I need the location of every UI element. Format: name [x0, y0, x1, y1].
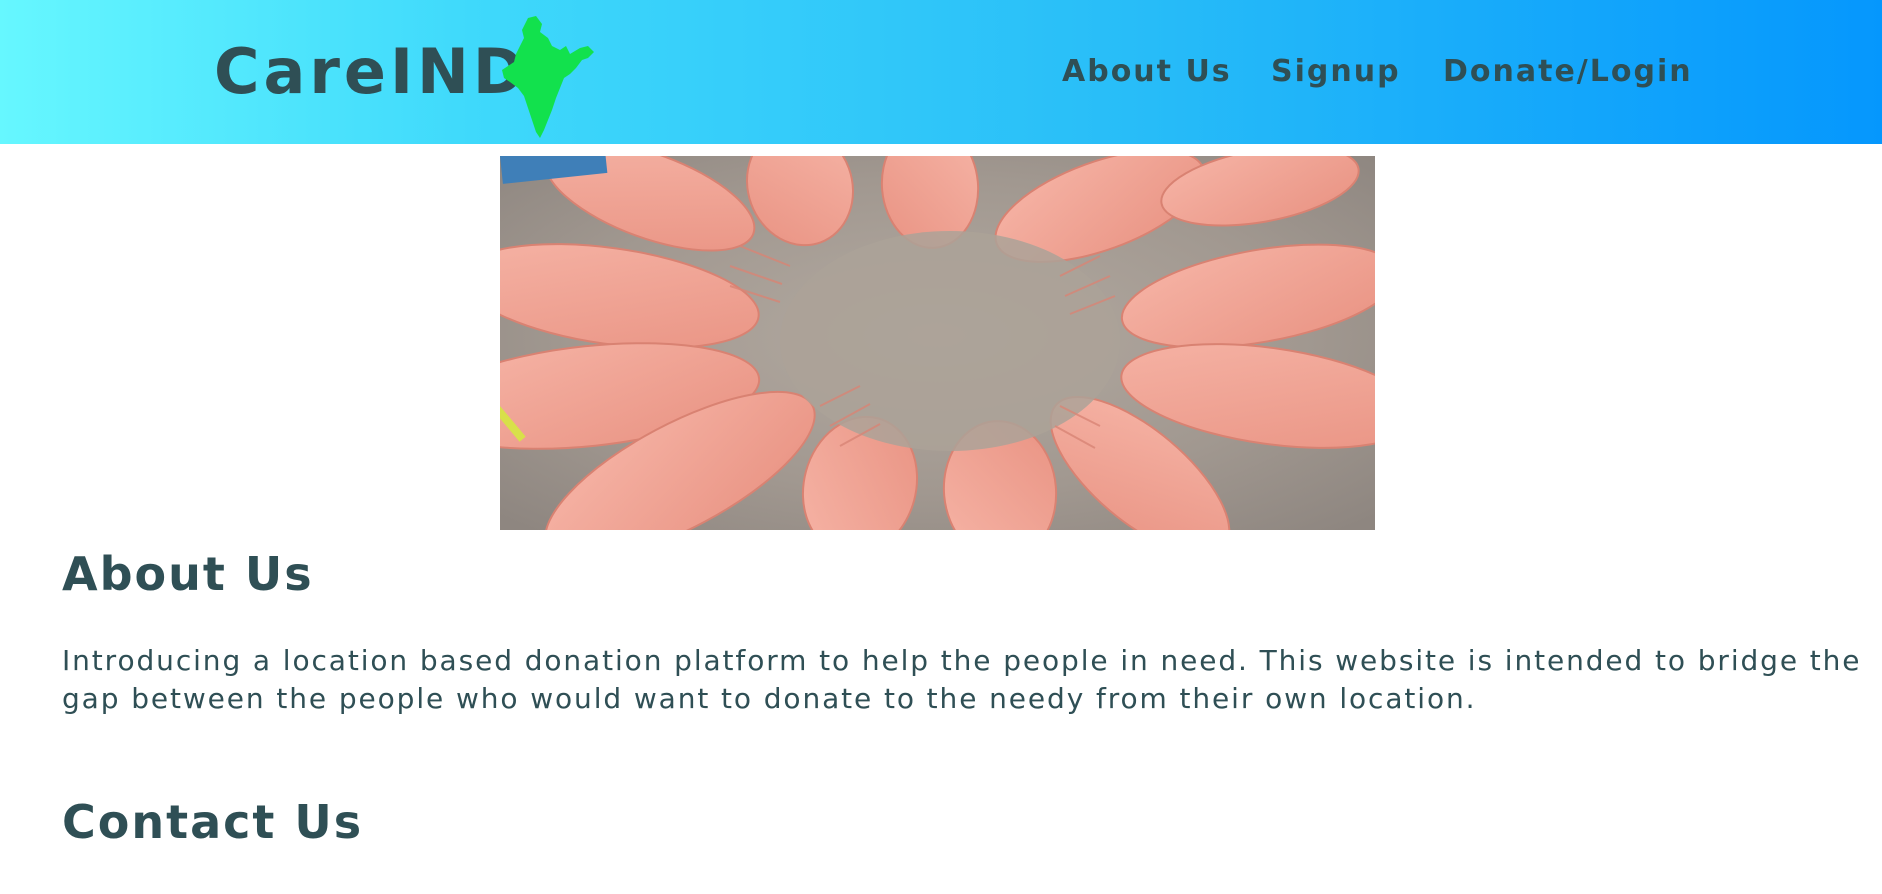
brand-logo-text[interactable]: CareIND	[214, 32, 528, 112]
india-map-icon	[502, 16, 594, 138]
navbar: CareIND About Us Signup Donate/Login	[0, 0, 1882, 144]
about-us-heading: About Us	[62, 547, 314, 601]
contact-us-heading: Contact Us	[62, 795, 364, 849]
nav-about-us[interactable]: About Us	[1062, 52, 1232, 92]
hero-image-hands-circle	[500, 156, 1375, 530]
about-us-description: Introducing a location based donation pl…	[62, 644, 1862, 715]
nav-donate-login[interactable]: Donate/Login	[1443, 52, 1693, 92]
nav-signup[interactable]: Signup	[1271, 52, 1401, 92]
